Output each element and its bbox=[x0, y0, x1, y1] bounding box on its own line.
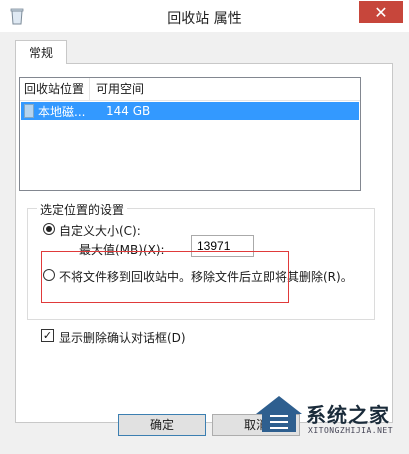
group-title: 选定位置的设置 bbox=[37, 201, 128, 218]
watermark-url: XITONGZHIJIA.NET bbox=[308, 426, 394, 435]
list-item[interactable]: 本地磁... 144 GB bbox=[21, 102, 359, 120]
free-space-cell: 144 GB bbox=[106, 104, 151, 118]
confirm-dialog-label[interactable]: 显示删除确认对话框(D) bbox=[59, 329, 186, 346]
drive-icon bbox=[24, 104, 34, 118]
location-cell: 本地磁... bbox=[38, 104, 86, 119]
ok-button[interactable]: 确定 bbox=[118, 414, 206, 436]
column-header-location[interactable]: 回收站位置 bbox=[20, 78, 90, 100]
custom-size-label[interactable]: 自定义大小(C): bbox=[59, 222, 141, 239]
close-icon: ✕ bbox=[374, 2, 388, 22]
list-header: 回收站位置 可用空间 bbox=[20, 78, 360, 101]
column-header-free-space[interactable]: 可用空间 bbox=[90, 78, 144, 100]
tab-general[interactable]: 常规 bbox=[15, 40, 67, 64]
title-bar: 回收站 属性 ✕ bbox=[0, 0, 409, 32]
window-title: 回收站 属性 bbox=[167, 11, 242, 27]
dialog-body: 常规 回收站位置 可用空间 本地磁... 144 GB 选定位置的设置 自定义大… bbox=[0, 32, 409, 454]
annotation-highlight-box bbox=[41, 251, 289, 303]
tab-label: 常规 bbox=[28, 46, 53, 60]
cancel-button[interactable]: 取消 bbox=[212, 414, 300, 436]
confirm-dialog-checkbox[interactable]: ✓ bbox=[41, 329, 54, 342]
recycle-location-list[interactable]: 回收站位置 可用空间 本地磁... 144 GB bbox=[19, 77, 361, 191]
close-button[interactable]: ✕ bbox=[359, 1, 403, 23]
custom-size-radio[interactable] bbox=[43, 223, 55, 235]
